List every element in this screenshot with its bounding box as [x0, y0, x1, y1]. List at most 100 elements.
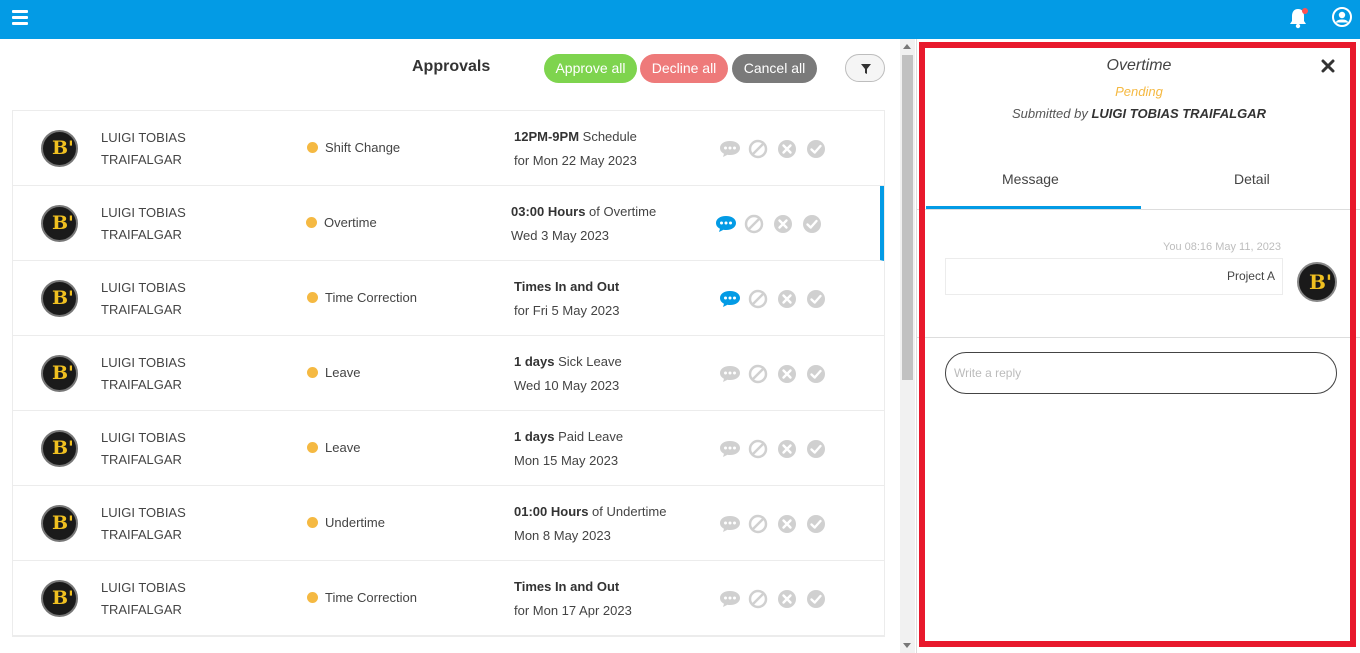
- panel-divider: [917, 337, 1360, 338]
- decline-icon[interactable]: [777, 589, 797, 609]
- detail-rest: Sick Leave: [554, 354, 622, 369]
- approve-icon[interactable]: [806, 289, 826, 309]
- request-detail: 03:00 Hours of Overtime Wed 3 May 2023: [511, 200, 656, 248]
- detail-date: Mon 8 May 2023: [514, 528, 611, 543]
- detail-date: for Mon 17 Apr 2023: [514, 603, 632, 618]
- request-type: Shift Change: [307, 140, 400, 155]
- avatar: B': [41, 580, 78, 617]
- scroll-up-icon[interactable]: [903, 44, 911, 49]
- request-detail: 12PM-9PM Schedule for Mon 22 May 2023: [514, 125, 637, 173]
- pending-status-dot: [306, 217, 317, 228]
- decline-icon[interactable]: [777, 514, 797, 534]
- cancel-icon[interactable]: [744, 214, 764, 234]
- avatar-logo-text: B': [52, 362, 74, 384]
- approve-icon[interactable]: [806, 139, 826, 159]
- detail-rest: Paid Leave: [554, 429, 624, 444]
- message-icon[interactable]: [719, 289, 740, 309]
- status-badge: Pending: [1115, 84, 1163, 99]
- decline-icon[interactable]: [777, 364, 797, 384]
- decline-icon[interactable]: [777, 139, 797, 159]
- cancel-icon[interactable]: [748, 364, 768, 384]
- pending-status-dot: [307, 592, 318, 603]
- table-row[interactable]: B' LUIGI TOBIAS TRAIFALGAR Leave 1 days Paid…: [13, 411, 884, 486]
- approve-icon[interactable]: [806, 364, 826, 384]
- decline-icon[interactable]: [777, 289, 797, 309]
- tab-divider: [917, 209, 1360, 210]
- message-icon[interactable]: [715, 214, 736, 234]
- table-row[interactable]: B' LUIGI TOBIAS TRAIFALGAR Leave 1 days Sick…: [13, 336, 884, 411]
- decline-all-button[interactable]: Decline all: [640, 54, 728, 83]
- detail-bold: 1 days: [514, 354, 555, 369]
- pending-status-dot: [307, 367, 318, 378]
- request-detail: Times In and Out for Mon 17 Apr 2023: [514, 575, 632, 623]
- detail-panel: Overtime Pending Submitted by LUIGI TOBI…: [916, 39, 1360, 653]
- request-type-label: Time Correction: [325, 290, 417, 305]
- cancel-icon[interactable]: [748, 439, 768, 459]
- request-type-label: Time Correction: [325, 590, 417, 605]
- employee-name-line1: LUIGI TOBIAS: [101, 430, 186, 445]
- detail-bold: 03:00 Hours: [511, 204, 586, 219]
- request-type-label: Undertime: [325, 515, 385, 530]
- row-actions: [719, 364, 835, 384]
- scrollbar-thumb[interactable]: [902, 55, 913, 380]
- message-icon[interactable]: [719, 364, 740, 384]
- tab-detail[interactable]: Detail: [1234, 171, 1270, 187]
- top-bar: [0, 0, 1360, 39]
- avatar: B': [41, 430, 78, 467]
- request-type: Undertime: [307, 515, 385, 530]
- table-row[interactable]: B' LUIGI TOBIAS TRAIFALGAR Shift Change 12PM…: [13, 111, 884, 186]
- approve-all-button[interactable]: Approve all: [544, 54, 637, 83]
- table-row[interactable]: B' LUIGI TOBIAS TRAIFALGAR Time Correction T…: [13, 561, 884, 636]
- request-type-label: Leave: [325, 365, 361, 380]
- detail-date: Wed 3 May 2023: [511, 228, 610, 243]
- cancel-icon[interactable]: [748, 139, 768, 159]
- reply-input[interactable]: [945, 352, 1337, 394]
- table-row[interactable]: B' LUIGI TOBIAS TRAIFALGAR Undertime 01:00 H…: [13, 486, 884, 561]
- message-icon[interactable]: [719, 439, 740, 459]
- request-detail: 01:00 Hours of Undertime Mon 8 May 2023: [514, 500, 666, 548]
- detail-rest: Schedule: [579, 129, 637, 144]
- employee-name-line2: TRAIFALGAR: [101, 227, 182, 242]
- approve-icon[interactable]: [806, 514, 826, 534]
- user-circle-icon[interactable]: [1332, 7, 1352, 27]
- approve-icon[interactable]: [802, 214, 822, 234]
- row-actions: [719, 514, 835, 534]
- row-actions: [715, 214, 831, 234]
- message-icon[interactable]: [719, 589, 740, 609]
- avatar-logo-text: B': [52, 287, 74, 309]
- filter-button[interactable]: [845, 54, 885, 82]
- tab-message[interactable]: Message: [1002, 171, 1059, 187]
- row-actions: [719, 589, 835, 609]
- employee-name-line1: LUIGI TOBIAS: [101, 280, 186, 295]
- request-type-label: Shift Change: [325, 140, 401, 155]
- decline-icon[interactable]: [777, 439, 797, 459]
- approve-icon[interactable]: [806, 589, 826, 609]
- table-row[interactable]: B' LUIGI TOBIAS TRAIFALGAR Overtime 03:00 Ho…: [13, 186, 884, 261]
- close-icon[interactable]: [1321, 59, 1337, 75]
- employee-name-line2: TRAIFALGAR: [101, 452, 182, 467]
- cancel-all-button[interactable]: Cancel all: [732, 54, 817, 83]
- employee-name-line1: LUIGI TOBIAS: [101, 355, 186, 370]
- table-row[interactable]: B' LUIGI TOBIAS TRAIFALGAR Time Correction T…: [13, 261, 884, 336]
- cancel-icon[interactable]: [748, 514, 768, 534]
- employee-name-line2: TRAIFALGAR: [101, 602, 182, 617]
- avatar: B': [41, 130, 78, 167]
- message-icon[interactable]: [719, 514, 740, 534]
- detail-date: Wed 10 May 2023: [514, 378, 620, 393]
- pending-status-dot: [307, 292, 318, 303]
- decline-icon[interactable]: [773, 214, 793, 234]
- cancel-icon[interactable]: [748, 589, 768, 609]
- pending-status-dot: [307, 517, 318, 528]
- message-icon[interactable]: [719, 139, 740, 159]
- detail-bold: Times In and Out: [514, 579, 620, 594]
- scroll-down-icon[interactable]: [903, 643, 911, 648]
- panel-title: Overtime: [1106, 57, 1172, 74]
- hamburger-icon[interactable]: [12, 10, 28, 26]
- avatar: B': [41, 205, 78, 242]
- approve-icon[interactable]: [806, 439, 826, 459]
- employee-name: LUIGI TOBIAS TRAIFALGAR: [101, 352, 251, 396]
- bell-icon[interactable]: [1287, 7, 1309, 29]
- approvals-list: B' LUIGI TOBIAS TRAIFALGAR Shift Change 12PM…: [12, 110, 885, 637]
- cancel-icon[interactable]: [748, 289, 768, 309]
- avatar-logo-text: B': [52, 212, 74, 234]
